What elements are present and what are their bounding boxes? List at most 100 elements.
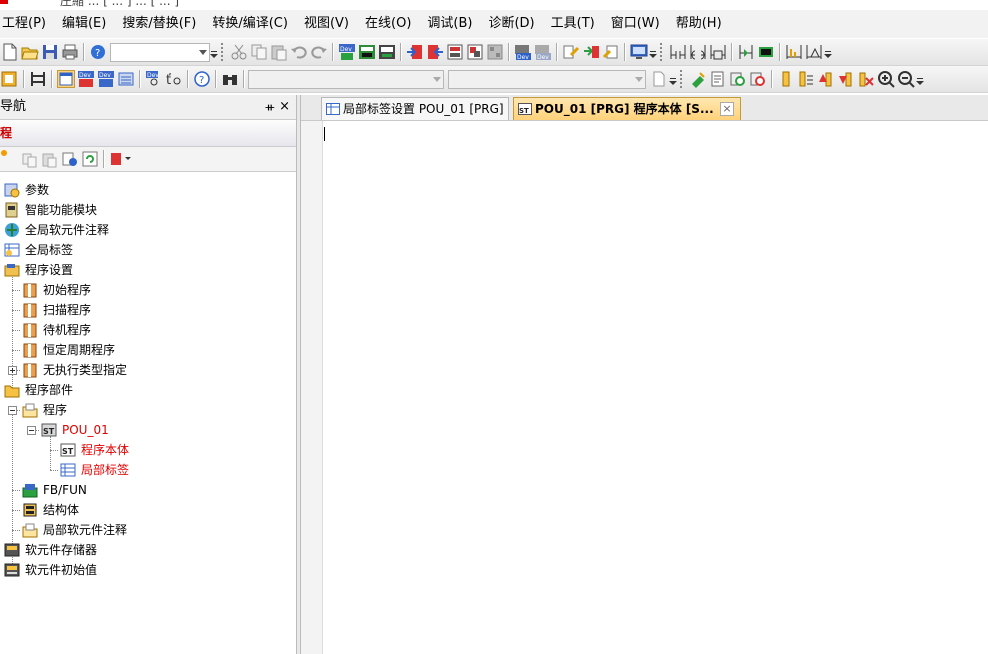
device-verify-icon[interactable] [378, 43, 396, 61]
paste-icon[interactable] [41, 150, 59, 168]
open-folder-icon[interactable] [21, 43, 39, 61]
menu-window[interactable]: 窗口(W) [603, 10, 668, 38]
tree-item-program[interactable]: 程序 [22, 400, 67, 420]
cut-icon[interactable] [230, 43, 248, 61]
menu-debug[interactable]: 调试(B) [419, 10, 480, 38]
plc-write-icon[interactable] [426, 43, 444, 61]
new-item-icon[interactable] [1, 150, 19, 168]
ladder-coil-icon[interactable] [689, 43, 707, 61]
toolbar-grip[interactable] [221, 43, 226, 61]
view-options-icon[interactable] [109, 150, 133, 168]
tree-item-fb-fun[interactable]: FB/FUN [22, 480, 87, 500]
plc-read-icon[interactable] [406, 43, 424, 61]
project-tree-icon[interactable] [1, 70, 19, 88]
scope-combo[interactable] [248, 69, 444, 89]
ladder-view-icon[interactable] [29, 70, 47, 88]
toolbar-overflow-icon[interactable] [649, 43, 657, 61]
ladder-fall-icon[interactable] [805, 43, 823, 61]
tree-item-no-execution-type[interactable]: 无执行类型指定 [22, 360, 127, 380]
find-instruction-icon[interactable] [749, 70, 767, 88]
plc-delete-icon[interactable] [486, 43, 504, 61]
watch-icon[interactable] [117, 70, 135, 88]
pin-icon[interactable]: ᚑ [265, 95, 274, 119]
help-search-combo[interactable] [110, 42, 210, 62]
toolbar-overflow-icon[interactable] [669, 70, 677, 88]
tree-item-initial-program[interactable]: 初始程序 [22, 280, 91, 300]
menu-edit[interactable]: 编辑(E) [54, 10, 114, 38]
property-icon[interactable] [61, 150, 79, 168]
tree-expander-plus-icon[interactable] [8, 366, 17, 375]
menu-diagnostics[interactable]: 诊断(D) [480, 10, 542, 38]
tree-item-device-memory[interactable]: 软元件存储器 [4, 540, 97, 560]
undo-icon[interactable] [290, 43, 308, 61]
binoculars-icon[interactable] [221, 70, 239, 88]
edit-list-icon[interactable] [709, 70, 727, 88]
paste-icon[interactable] [270, 43, 288, 61]
device-find-icon[interactable]: Dev [145, 70, 163, 88]
ladder-insert-icon[interactable] [737, 43, 755, 61]
save-icon[interactable] [41, 43, 59, 61]
verify-plc-icon[interactable] [602, 43, 620, 61]
toolbar-overflow-icon[interactable] [824, 43, 832, 61]
device-test-icon[interactable]: Dev [514, 43, 532, 61]
tree-item-program-body[interactable]: ST 程序本体 [60, 440, 129, 460]
zoom-out-icon[interactable] [897, 70, 915, 88]
menu-view[interactable]: 视图(V) [296, 10, 357, 38]
zoom-in-icon[interactable] [877, 70, 895, 88]
menu-find-replace[interactable]: 搜索/替换(F) [114, 10, 204, 38]
tree-item-intelligent-module[interactable]: 智能功能模块 [4, 200, 97, 220]
st-editor[interactable] [301, 121, 988, 654]
bookmark-prev-icon[interactable] [837, 70, 855, 88]
find-device-icon[interactable] [729, 70, 747, 88]
toolbar-overflow-icon[interactable] [916, 70, 924, 88]
page-icon[interactable] [650, 70, 668, 88]
tree-item-parameter[interactable]: 参数 [4, 180, 49, 200]
compile-icon[interactable] [689, 70, 707, 88]
refresh-icon[interactable] [81, 150, 99, 168]
plc-verify-icon[interactable] [446, 43, 464, 61]
help-icon[interactable]: ? [193, 70, 211, 88]
ladder-contact-icon[interactable] [669, 43, 687, 61]
ladder-function-icon[interactable] [709, 43, 727, 61]
menu-convert-compile[interactable]: 转换/编译(C) [204, 10, 296, 38]
tree-item-pou-01[interactable]: ST POU_01 [41, 420, 109, 440]
window-layout-icon[interactable] [57, 70, 75, 88]
tree-item-program-parts[interactable]: 程序部件 [4, 380, 73, 400]
ladder-delete-icon[interactable] [757, 43, 775, 61]
bookmark-next-icon[interactable] [817, 70, 835, 88]
read-from-plc-icon[interactable] [582, 43, 600, 61]
bookmark-icon[interactable] [777, 70, 795, 88]
tree-item-standby-program[interactable]: 待机程序 [22, 320, 91, 340]
device-list-icon[interactable]: Dev [77, 70, 95, 88]
redo-icon[interactable] [310, 43, 328, 61]
device-read-icon[interactable]: Dev [338, 43, 356, 61]
tree-item-device-initial-value[interactable]: 软元件初始值 [4, 560, 97, 580]
copy-icon[interactable] [21, 150, 39, 168]
write-to-plc-icon[interactable] [562, 43, 580, 61]
ladder-rise-icon[interactable] [785, 43, 803, 61]
target-combo[interactable] [448, 69, 646, 89]
print-icon[interactable] [61, 43, 79, 61]
plc-remote-icon[interactable] [466, 43, 484, 61]
monitor-icon[interactable] [630, 43, 648, 61]
tree-item-program-setting[interactable]: 程序设置 [4, 260, 73, 280]
tree-item-scan-program[interactable]: 扫描程序 [22, 300, 91, 320]
menu-help[interactable]: 帮助(H) [668, 10, 730, 38]
bookmark-list-icon[interactable] [797, 70, 815, 88]
tree-item-structure[interactable]: 结构体 [22, 500, 79, 520]
menu-online[interactable]: 在线(O) [357, 10, 419, 38]
tree-item-fixed-scan-program[interactable]: 恒定周期程序 [22, 340, 115, 360]
toolbar-grip[interactable] [660, 43, 665, 61]
menu-tool[interactable]: 工具(T) [543, 10, 603, 38]
tree-item-local-comment[interactable]: 局部软元件注释 [22, 520, 127, 540]
toolbar-overflow-icon[interactable] [210, 43, 218, 61]
tab-program-body[interactable]: ST POU_01 [PRG] 程序本体 [S... × [513, 97, 741, 120]
tab-close-icon[interactable]: × [720, 102, 734, 116]
device-batch-icon[interactable]: Dev [534, 43, 552, 61]
tree-item-global-label[interactable]: 全局标签 [4, 240, 73, 260]
project-header[interactable]: 程 [0, 120, 296, 147]
close-icon[interactable]: × [279, 95, 290, 119]
instruction-find-icon[interactable]: ť [165, 70, 183, 88]
help-icon[interactable]: ? [89, 43, 107, 61]
tab-local-label-setting[interactable]: 局部标签设置 POU_01 [PRG] [321, 97, 509, 120]
